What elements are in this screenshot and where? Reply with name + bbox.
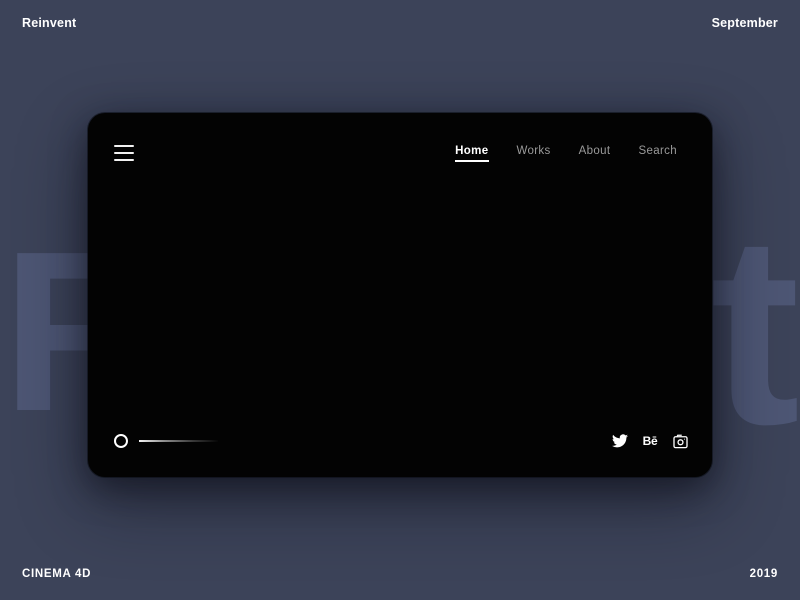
hamburger-line xyxy=(114,159,134,161)
hamburger-line xyxy=(114,152,134,154)
social-links: Bē xyxy=(612,433,688,449)
brand-title: Reinvent xyxy=(22,16,77,30)
software-credit: CINEMA 4D xyxy=(22,568,92,580)
nav-links: Home Works About Search xyxy=(455,145,677,162)
behance-label: Bē xyxy=(642,434,658,448)
behance-icon[interactable]: Bē xyxy=(642,433,658,449)
card-navigation-bar: Home Works About Search xyxy=(88,113,712,171)
background-letter-right: t xyxy=(710,180,800,481)
nav-item-works[interactable]: Works xyxy=(517,145,551,162)
circle-outline-icon[interactable] xyxy=(114,434,128,448)
year-label: 2019 xyxy=(749,568,778,580)
progress-slider[interactable] xyxy=(139,440,218,442)
month-label: September xyxy=(711,16,778,30)
hamburger-menu-icon[interactable] xyxy=(114,145,134,161)
page-footer: CINEMA 4D 2019 xyxy=(0,548,800,600)
nav-item-search[interactable]: Search xyxy=(638,145,677,162)
player-card: Home Works About Search Bē xyxy=(88,113,712,477)
playback-controls xyxy=(114,434,218,448)
twitter-icon[interactable] xyxy=(612,433,628,449)
instagram-icon[interactable] xyxy=(672,433,688,449)
hamburger-line xyxy=(114,145,134,147)
nav-item-about[interactable]: About xyxy=(579,145,611,162)
nav-item-home[interactable]: Home xyxy=(455,145,489,162)
page-header: Reinvent September xyxy=(0,0,800,46)
card-controls-bar: Bē xyxy=(88,433,712,477)
